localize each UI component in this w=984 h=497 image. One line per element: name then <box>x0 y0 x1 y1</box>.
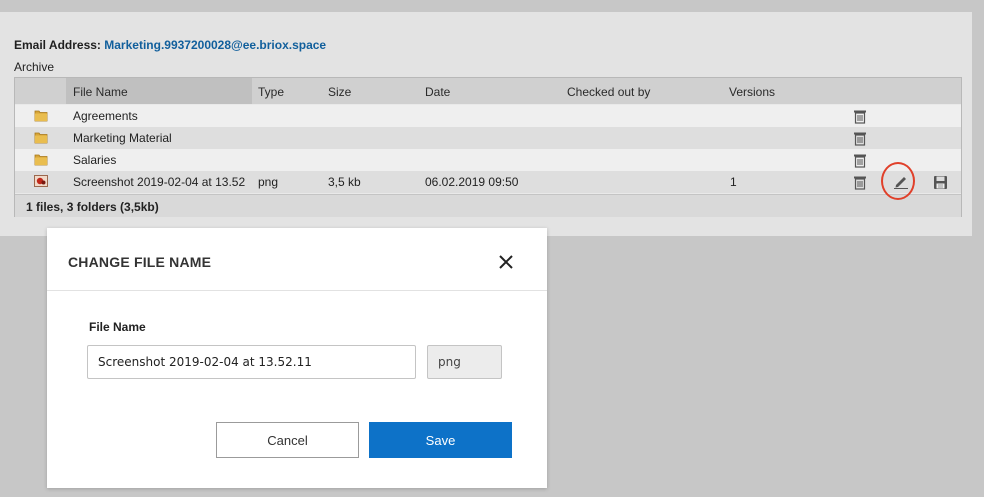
file-name-input[interactable] <box>87 345 416 379</box>
column-header-versions[interactable]: Versions <box>729 85 775 99</box>
email-value[interactable]: Marketing.9937200028@ee.briox.space <box>104 38 326 52</box>
table-row[interactable]: Screenshot 2019-02-04 at 13.52 png 3,5 k… <box>15 171 961 193</box>
file-name-label: File Name <box>89 320 146 334</box>
floppy-disk-icon[interactable] <box>933 175 948 190</box>
file-extension-box: png <box>427 345 502 379</box>
table-header: File Name Type Size Date Checked out by … <box>15 78 961 104</box>
summary-text: 1 files, 3 folders (3,5kb) <box>26 200 159 214</box>
image-file-icon <box>34 175 48 187</box>
close-icon[interactable] <box>495 251 517 273</box>
file-name[interactable]: Screenshot 2019-02-04 at 13.52 <box>73 175 245 189</box>
file-name[interactable]: Salaries <box>73 153 116 167</box>
dialog-title: CHANGE FILE NAME <box>68 254 212 270</box>
change-file-name-dialog: CHANGE FILE NAME File Name png Cancel Sa… <box>47 228 547 488</box>
folder-icon <box>34 154 48 166</box>
email-address-line: Email Address: Marketing.9937200028@ee.b… <box>14 38 326 52</box>
trash-icon[interactable] <box>853 153 867 168</box>
current-folder-label: Archive <box>14 60 55 74</box>
table-row[interactable]: Salaries <box>15 149 961 171</box>
column-header-type[interactable]: Type <box>258 85 284 99</box>
email-label: Email Address: <box>14 38 101 52</box>
file-versions: 1 <box>730 175 737 189</box>
file-table: File Name Type Size Date Checked out by … <box>14 77 962 217</box>
folder-icon <box>34 132 48 144</box>
file-date: 06.02.2019 09:50 <box>425 175 519 189</box>
folder-icon <box>34 110 48 122</box>
trash-icon[interactable] <box>853 109 867 124</box>
file-name[interactable]: Marketing Material <box>73 131 172 145</box>
column-header-checked-out-by[interactable]: Checked out by <box>567 85 650 99</box>
table-summary: 1 files, 3 folders (3,5kb) <box>15 194 961 217</box>
cancel-button[interactable]: Cancel <box>216 422 359 458</box>
column-header-size[interactable]: Size <box>328 85 351 99</box>
file-name[interactable]: Agreements <box>73 109 138 123</box>
table-row[interactable]: Agreements <box>15 105 961 127</box>
table-row[interactable]: Marketing Material <box>15 127 961 149</box>
column-header-date[interactable]: Date <box>425 85 450 99</box>
trash-icon[interactable] <box>853 131 867 146</box>
file-type: png <box>258 175 279 189</box>
save-button[interactable]: Save <box>369 422 512 458</box>
file-size: 3,5 kb <box>328 175 361 189</box>
column-header-file-name[interactable]: File Name <box>73 85 128 99</box>
file-extension: png <box>438 355 461 369</box>
dialog-header: CHANGE FILE NAME <box>47 228 547 291</box>
trash-icon[interactable] <box>853 175 867 190</box>
highlight-circle-annotation <box>881 162 915 200</box>
